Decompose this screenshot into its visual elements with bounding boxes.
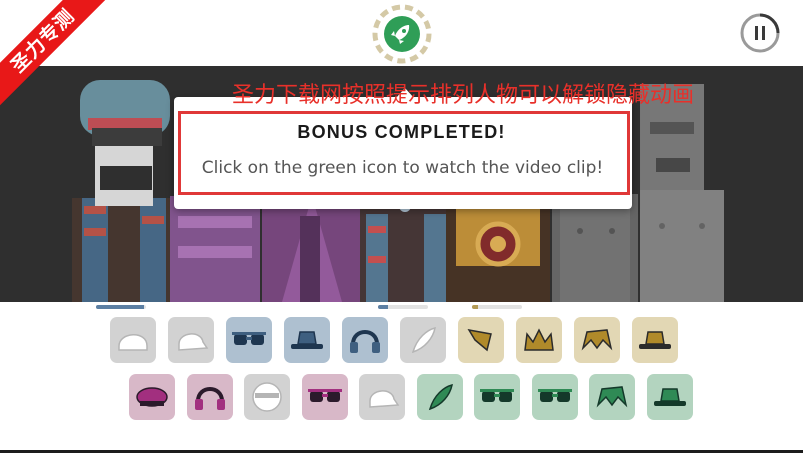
green-leaf-icon (428, 383, 453, 411)
costume-tile[interactable] (589, 374, 635, 420)
character-tall (640, 84, 724, 302)
costume-tile[interactable] (226, 317, 272, 363)
costume-tile[interactable] (400, 317, 446, 363)
gold-scarf-icon (467, 328, 492, 352)
cat-ears-headphones-icon (194, 387, 225, 410)
headphones-icon (350, 330, 380, 353)
costume-tile[interactable] (110, 317, 156, 363)
character-plain (552, 194, 638, 302)
white-helmet-icon (118, 334, 148, 351)
costume-tile[interactable] (632, 317, 678, 363)
white-baseball-cap-icon (369, 390, 400, 408)
dialog-message: Click on the green icon to watch the vid… (201, 158, 604, 178)
progress-bar (378, 305, 428, 309)
costume-tile[interactable] (359, 374, 405, 420)
costume-tile[interactable] (646, 374, 693, 420)
rocket-icon (372, 4, 432, 64)
sunglasses-icon (232, 332, 266, 345)
costume-tile[interactable] (342, 317, 388, 363)
green-hair-icon (596, 386, 628, 408)
dialog-title: BONUS COMPLETED! (297, 122, 506, 142)
costume-tile[interactable] (574, 317, 620, 363)
costume-tile[interactable] (186, 374, 233, 420)
bonus-rocket-button[interactable] (369, 4, 435, 64)
pause-button[interactable] (739, 12, 781, 54)
white-feather-icon (411, 326, 436, 354)
costume-tile[interactable] (531, 374, 578, 420)
costume-tile[interactable] (516, 317, 562, 363)
costume-tile[interactable] (284, 317, 330, 363)
costume-tile[interactable] (458, 317, 504, 363)
purple-glasses-icon (307, 389, 342, 402)
character-cap (72, 80, 172, 302)
costume-tile[interactable] (474, 374, 520, 420)
character-scarf (360, 194, 450, 302)
progress-bar (96, 305, 146, 309)
costume-tile[interactable] (168, 317, 214, 363)
costume-tile[interactable] (244, 374, 290, 420)
costume-tile[interactable] (129, 374, 175, 420)
pause-icon (740, 13, 780, 53)
white-mask-icon (252, 382, 282, 412)
costume-tile[interactable] (416, 374, 463, 420)
fedora-hat-icon (291, 331, 323, 349)
green-shades-icon (537, 389, 572, 402)
progress-bar (472, 305, 522, 309)
green-goggles-icon (480, 389, 514, 402)
green-hat-icon (653, 388, 686, 406)
purple-beret-icon (136, 387, 168, 407)
gold-crown-icon (524, 328, 554, 351)
watermark-overlay-text: 圣力下载网按照提示排列人物可以解锁隐藏动画 (232, 83, 695, 108)
white-cap-icon (178, 333, 209, 351)
gold-hair-icon (581, 329, 613, 351)
costume-tile[interactable] (301, 374, 348, 420)
straw-hat-icon (639, 331, 671, 349)
